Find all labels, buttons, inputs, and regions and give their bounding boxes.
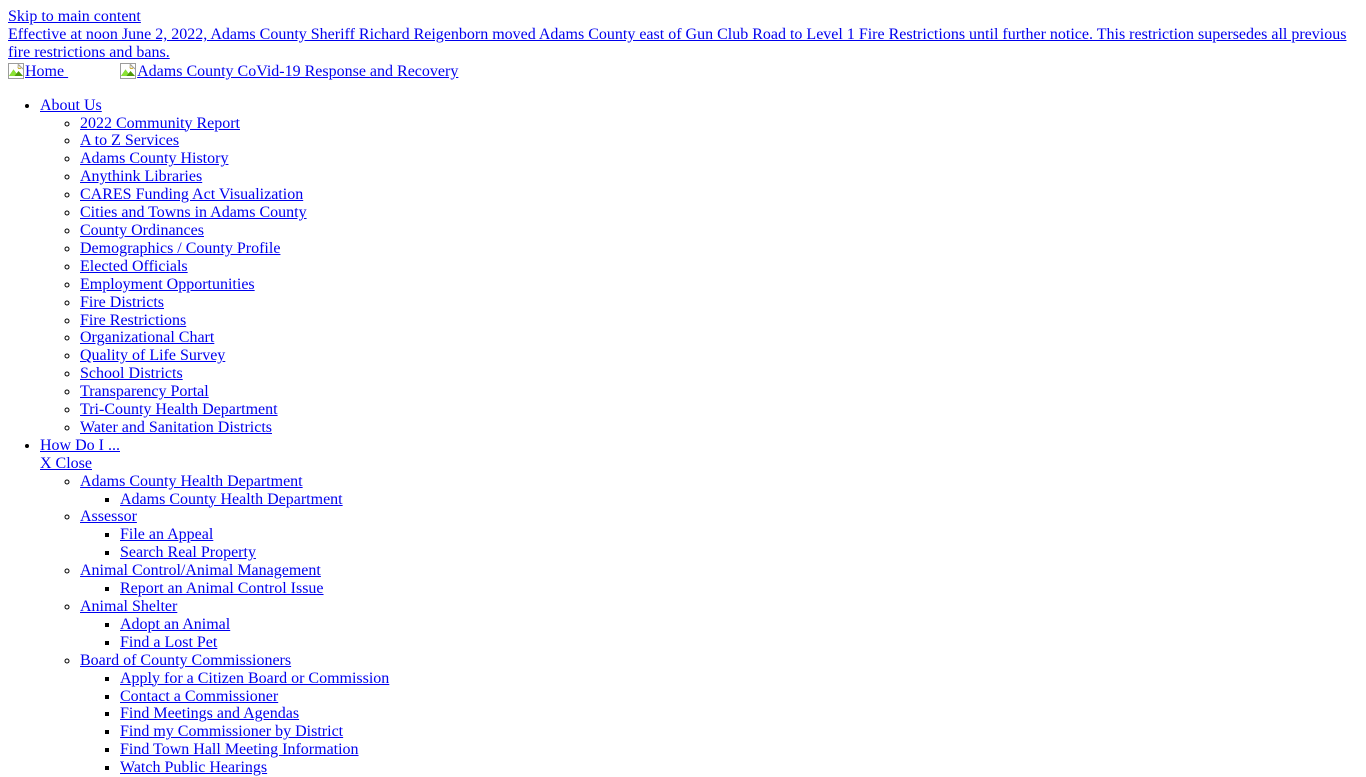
nav-sub-submenu: Adopt an Animal Find a Lost Pet [80,616,1366,652]
home-link[interactable]: Home [8,62,69,80]
nav-leaf-item: Apply for a Citizen Board or Commission [120,670,1366,688]
nav-subitem: CARES Funding Act Visualization [80,186,1366,204]
nav-link-cities-and-towns[interactable]: Cities and Towns in Adams County [80,204,307,221]
nav-sub-submenu: File an Appeal Search Real Property [80,526,1366,562]
nav-link-fire-districts[interactable]: Fire Districts [80,294,164,311]
skip-link-container: Skip to main content [0,0,1366,26]
nav-link-find-my-commissioner[interactable]: Find my Commissioner by District [120,723,343,740]
nav-subitem: School Districts [80,365,1366,383]
nav-link-animal-control[interactable]: Animal Control/Animal Management [80,562,321,579]
nav-link-assessor[interactable]: Assessor [80,508,137,525]
nav-subitem: Transparency Portal [80,383,1366,401]
nav-subitem: Adams County Health Department Adams Cou… [80,473,1366,509]
nav-link-adams-county-health-department[interactable]: Adams County Health Department [80,473,303,490]
nav-sub-submenu: Adams County Health Department [80,491,1366,509]
nav-leaf-item: Find a Lost Pet [120,634,1366,652]
nav-subitem: Cities and Towns in Adams County [80,204,1366,222]
nav-leaf-item: Find Town Hall Meeting Information [120,741,1366,759]
covid-response-link[interactable]: Adams County CoVid-19 Response and Recov… [120,62,459,80]
nav-close-menu-link[interactable]: X Close [40,455,92,473]
nav-leaf-item: Adopt an Animal [120,616,1366,634]
nav-subitem: Animal Control/Animal Management Report … [80,562,1366,598]
nav-subitem: Anythink Libraries [80,168,1366,186]
nav-link-demographics-county-profile[interactable]: Demographics / County Profile [80,240,280,257]
nav-subitem: Adams County History [80,150,1366,168]
nav-submenu-how-do-i: Adams County Health Department Adams Cou… [40,473,1366,777]
nav-link-organizational-chart[interactable]: Organizational Chart [80,329,214,346]
nav-sub-submenu: Apply for a Citizen Board or Commission … [80,670,1366,777]
nav-link-school-districts[interactable]: School Districts [80,365,183,382]
nav-link-find-meetings-and-agendas[interactable]: Find Meetings and Agendas [120,705,299,722]
nav-link-about-us[interactable]: About Us [40,97,102,114]
nav-link-contact-a-commissioner[interactable]: Contact a Commissioner [120,688,278,705]
nav-leaf-item: Search Real Property [120,544,1366,562]
broken-image-icon [120,62,137,79]
nav-leaf-item: Watch Public Hearings [120,759,1366,777]
nav-link-tri-county-health-department[interactable]: Tri-County Health Department [80,401,278,418]
nav-link-anythink-libraries[interactable]: Anythink Libraries [80,168,202,185]
nav-link-transparency-portal[interactable]: Transparency Portal [80,383,209,400]
nav-link-adopt-an-animal[interactable]: Adopt an Animal [120,616,230,633]
nav-link-find-town-hall-meeting-info[interactable]: Find Town Hall Meeting Information [120,741,359,758]
nav-link-fire-restrictions[interactable]: Fire Restrictions [80,312,186,329]
nav-link-apply-citizen-board[interactable]: Apply for a Citizen Board or Commission [120,670,389,687]
nav-item-how-do-i: How Do I ... X Close Adams County Health… [40,437,1366,777]
skip-to-main-content-link[interactable]: Skip to main content [8,8,141,25]
nav-top-level-list: About Us 2022 Community Report A to Z Se… [0,97,1366,777]
nav-leaf-item: Report an Animal Control Issue [120,580,1366,598]
nav-link-elected-officials[interactable]: Elected Officials [80,258,188,275]
nav-leaf-item: Find my Commissioner by District [120,723,1366,741]
nav-subitem: A to Z Services [80,132,1366,150]
nav-link-water-and-sanitation-districts[interactable]: Water and Sanitation Districts [80,419,272,436]
nav-subitem: Quality of Life Survey [80,347,1366,365]
nav-subitem: Board of County Commissioners Apply for … [80,652,1366,777]
nav-link-how-do-i[interactable]: How Do I ... [40,437,120,455]
fire-restriction-alert-link[interactable]: Effective at noon June 2, 2022, Adams Co… [8,26,1360,62]
nav-link-health-department-child[interactable]: Adams County Health Department [120,491,343,508]
nav-link-county-ordinances[interactable]: County Ordinances [80,222,204,239]
nav-sub-submenu: Report an Animal Control Issue [80,580,1366,598]
nav-subitem: Tri-County Health Department [80,401,1366,419]
nav-link-board-of-county-commissioners[interactable]: Board of County Commissioners [80,652,291,669]
main-navigation: About Us 2022 Community Report A to Z Se… [0,97,1366,777]
nav-link-adams-county-history[interactable]: Adams County History [80,150,228,167]
nav-subitem: Animal Shelter Adopt an Animal Find a Lo… [80,598,1366,652]
nav-subitem: Fire Districts [80,294,1366,312]
nav-subitem: Employment Opportunities [80,276,1366,294]
nav-subitem: Assessor File an Appeal Search Real Prop… [80,508,1366,562]
covid-response-link-label: Adams County CoVid-19 Response and Recov… [137,62,459,80]
nav-subitem: Elected Officials [80,258,1366,276]
nav-link-find-a-lost-pet[interactable]: Find a Lost Pet [120,634,217,651]
nav-leaf-item: Adams County Health Department [120,491,1366,509]
nav-leaf-item: File an Appeal [120,526,1366,544]
nav-link-animal-shelter[interactable]: Animal Shelter [80,598,177,615]
nav-link-file-an-appeal[interactable]: File an Appeal [120,526,213,543]
nav-item-about-us: About Us 2022 Community Report A to Z Se… [40,97,1366,437]
nav-subitem: Water and Sanitation Districts [80,419,1366,437]
nav-link-report-animal-control-issue[interactable]: Report an Animal Control Issue [120,580,324,597]
nav-link-employment-opportunities[interactable]: Employment Opportunities [80,276,255,293]
home-link-label: Home [25,62,69,80]
nav-subitem: Demographics / County Profile [80,240,1366,258]
nav-leaf-item: Contact a Commissioner [120,688,1366,706]
nav-link-a-to-z-services[interactable]: A to Z Services [80,132,179,149]
nav-subitem: Fire Restrictions [80,312,1366,330]
nav-link-quality-of-life-survey[interactable]: Quality of Life Survey [80,347,225,364]
nav-submenu-about-us: 2022 Community Report A to Z Services Ad… [40,115,1366,437]
nav-link-search-real-property[interactable]: Search Real Property [120,544,256,561]
site-header-row: Home Adams County CoVid-19 Response and … [8,62,1366,81]
broken-image-icon [8,62,24,79]
nav-leaf-item: Find Meetings and Agendas [120,705,1366,723]
nav-link-2022-community-report[interactable]: 2022 Community Report [80,115,240,132]
nav-link-cares-funding-act-visualization[interactable]: CARES Funding Act Visualization [80,186,303,203]
fire-restriction-alert-container: Effective at noon June 2, 2022, Adams Co… [0,26,1366,62]
nav-subitem: 2022 Community Report [80,115,1366,133]
nav-subitem: County Ordinances [80,222,1366,240]
nav-subitem: Organizational Chart [80,329,1366,347]
